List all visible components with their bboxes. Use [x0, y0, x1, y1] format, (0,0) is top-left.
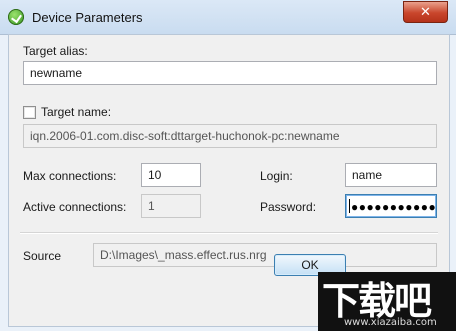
active-connections-label: Active connections:	[23, 200, 127, 214]
active-connections-input: 1	[141, 194, 201, 218]
password-mask: ●●●●●●●●●●●●	[351, 200, 437, 214]
close-icon: ✕	[420, 4, 431, 19]
login-input[interactable]: name	[345, 163, 437, 187]
window-title: Device Parameters	[32, 10, 143, 25]
close-button[interactable]: ✕	[403, 1, 448, 23]
max-connections-input[interactable]: 10	[141, 163, 201, 187]
text-caret	[349, 199, 350, 213]
green-check-icon	[8, 9, 24, 25]
max-connections-label: Max connections:	[23, 169, 117, 183]
title-bar: Device Parameters ✕	[0, 0, 456, 35]
target-name-checkbox[interactable]	[23, 106, 36, 119]
separator	[20, 232, 438, 234]
source-input: D:\Images\_mass.effect.rus.nrg	[93, 243, 437, 267]
target-name-input[interactable]: iqn.2006-01.com.disc-soft:dttarget-hucho…	[23, 124, 437, 148]
target-alias-input[interactable]: newname	[23, 61, 437, 85]
target-alias-label: Target alias:	[23, 44, 88, 58]
login-label: Login:	[260, 169, 293, 183]
source-label: Source	[23, 249, 62, 263]
password-label: Password:	[260, 200, 317, 214]
password-input[interactable]: ●●●●●●●●●●●●	[345, 194, 437, 218]
watermark-logo: 下载吧 www.xiazaiba.com	[318, 272, 456, 331]
target-name-label: Target name:	[41, 105, 112, 119]
watermark-url: www.xiazaiba.com	[344, 317, 437, 328]
